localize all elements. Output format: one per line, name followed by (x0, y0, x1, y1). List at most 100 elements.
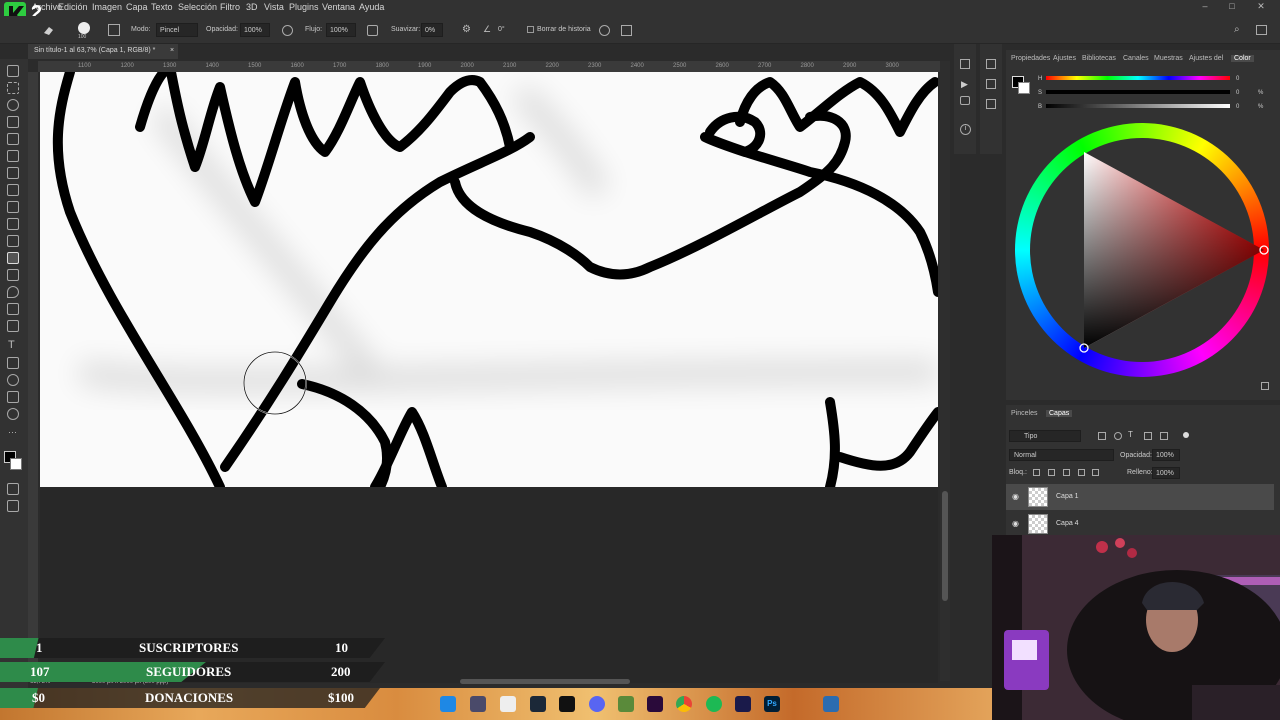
tab-canales[interactable]: Canales (1123, 55, 1149, 62)
healing-tool-icon[interactable] (7, 184, 19, 196)
workspace-icon[interactable] (1256, 25, 1267, 35)
vertical-scroll-thumb[interactable] (942, 491, 948, 601)
premiere-icon[interactable] (647, 696, 663, 712)
filter-pixel-icon[interactable] (1098, 432, 1106, 440)
horizontal-scroll-thumb[interactable] (460, 679, 630, 684)
lasso-tool-icon[interactable] (7, 99, 19, 111)
angle-value[interactable]: 0° (498, 26, 505, 33)
airbrush-icon[interactable] (367, 25, 378, 36)
search-icon[interactable]: ⌕ (1234, 24, 1240, 35)
flow-input[interactable]: 100% (326, 23, 356, 37)
blend-mode-select[interactable]: Normal (1009, 449, 1114, 461)
s-value[interactable]: 0 (1236, 90, 1239, 96)
tab-propiedades[interactable]: Propiedades (1011, 55, 1050, 62)
layer-row[interactable]: ◉ Capa 4 (1006, 511, 1274, 537)
info-icon[interactable]: i (960, 124, 971, 135)
menu-filtro[interactable]: Filtro (220, 2, 240, 12)
spotify-icon[interactable] (706, 696, 722, 712)
lock-all-icon[interactable] (1092, 469, 1099, 476)
layer-row[interactable]: ◉ Capa 1 (1006, 484, 1274, 510)
document-canvas[interactable] (40, 72, 938, 487)
symmetry-icon[interactable] (621, 25, 632, 36)
menu-vista[interactable]: Vista (264, 2, 284, 12)
background-color-swatch[interactable] (10, 458, 22, 470)
menu-3d[interactable]: 3D (246, 2, 258, 12)
move-tool-icon[interactable] (7, 65, 19, 77)
stamp-tool-icon[interactable] (7, 218, 19, 230)
brush-tool-icon[interactable] (7, 201, 19, 213)
brush-settings-icon[interactable] (108, 24, 120, 36)
quick-select-tool-icon[interactable] (7, 116, 19, 128)
layer-name[interactable]: Capa 4 (1056, 520, 1079, 527)
color-panel-expand-icon[interactable] (1261, 382, 1269, 390)
pen-tool-icon[interactable] (7, 320, 19, 332)
pressure-opacity-icon[interactable] (282, 25, 293, 36)
color-wheel[interactable] (1012, 120, 1270, 382)
eyedropper-tool-icon[interactable] (7, 167, 19, 179)
background-swatch[interactable] (1018, 82, 1030, 94)
history-panel-icon[interactable] (960, 59, 970, 69)
document-tab[interactable]: Sin título-1 al 63,7% (Capa 1, RGB/8) * … (28, 44, 178, 59)
tab-bibliotecas[interactable]: Bibliotecas (1082, 55, 1116, 62)
filter-adjust-icon[interactable] (1114, 432, 1122, 440)
smooth-input[interactable]: 0% (421, 23, 443, 37)
tiktok-icon[interactable] (559, 696, 575, 712)
eraser-tool-icon[interactable] (7, 252, 19, 264)
gradient-tool-icon[interactable] (7, 269, 19, 281)
fill-input[interactable]: 100% (1152, 467, 1180, 479)
layer-name[interactable]: Capa 1 (1056, 493, 1079, 500)
close-icon[interactable]: ✕ (1254, 1, 1268, 14)
mode-select[interactable]: Pincel (156, 23, 198, 37)
crop-tool-icon[interactable] (7, 133, 19, 145)
minimize-icon[interactable]: – (1198, 1, 1212, 14)
saturation-slider[interactable] (1046, 90, 1230, 94)
windows-icon[interactable] (440, 696, 456, 712)
tab-ajustes-del[interactable]: Ajustes del (1189, 55, 1223, 62)
steam-icon[interactable] (530, 696, 546, 712)
more-tools-icon[interactable]: ··· (8, 427, 17, 437)
blur-tool-icon[interactable] (7, 286, 19, 298)
opacity-input[interactable]: 100% (240, 23, 270, 37)
filter-shape-icon[interactable] (1144, 432, 1152, 440)
dodge-tool-icon[interactable] (7, 303, 19, 315)
chrome-icon[interactable] (676, 696, 692, 712)
b-value[interactable]: 0 (1236, 104, 1239, 110)
maximize-icon[interactable]: □ (1225, 1, 1239, 14)
tab-muestras[interactable]: Muestras (1154, 55, 1183, 62)
path-select-tool-icon[interactable] (7, 357, 19, 369)
lock-pixels-icon[interactable] (1048, 469, 1055, 476)
notepad-icon[interactable] (500, 696, 516, 712)
paragraph-panel-icon[interactable] (986, 99, 996, 109)
pressure-size-icon[interactable] (599, 25, 610, 36)
h-value[interactable]: 0 (1236, 76, 1239, 82)
vertical-scrollbar[interactable] (940, 61, 950, 681)
brush-settings-panel-icon[interactable] (986, 59, 996, 69)
eye-icon[interactable]: ◉ (1012, 519, 1019, 528)
menu-ventana[interactable]: Ventana (322, 2, 355, 12)
type-tool-icon[interactable]: T (8, 339, 15, 351)
brush-preview-icon[interactable] (78, 22, 90, 34)
comments-panel-icon[interactable] (960, 96, 970, 105)
quick-mask-icon[interactable] (7, 483, 19, 495)
shape-tool-icon[interactable] (7, 374, 19, 386)
filter-smart-icon[interactable] (1160, 432, 1168, 440)
tab-ajustes[interactable]: Ajustes (1053, 55, 1076, 62)
close-tab-icon[interactable]: × (170, 47, 174, 54)
menu-seleccion[interactable]: Selección (178, 2, 217, 12)
paint-icon[interactable] (823, 696, 839, 712)
history-brush-tool-icon[interactable] (7, 235, 19, 247)
lock-artboard-icon[interactable] (1078, 469, 1085, 476)
tab-capas[interactable]: Capas (1046, 410, 1073, 417)
tab-pinceles[interactable]: Pinceles (1011, 410, 1037, 417)
hand-tool-icon[interactable] (7, 391, 19, 403)
gear-icon[interactable]: ⚙ (462, 24, 473, 35)
menu-capa[interactable]: Capa (126, 2, 148, 12)
lock-transparency-icon[interactable] (1033, 469, 1040, 476)
tab-color[interactable]: Color (1231, 55, 1254, 62)
minecraft-icon[interactable] (618, 696, 634, 712)
filter-type-icon[interactable]: T (1128, 430, 1133, 439)
zoom-tool-icon[interactable] (7, 408, 19, 420)
audacity-icon[interactable] (735, 696, 751, 712)
frame-tool-icon[interactable] (7, 150, 19, 162)
eye-icon[interactable]: ◉ (1012, 492, 1019, 501)
